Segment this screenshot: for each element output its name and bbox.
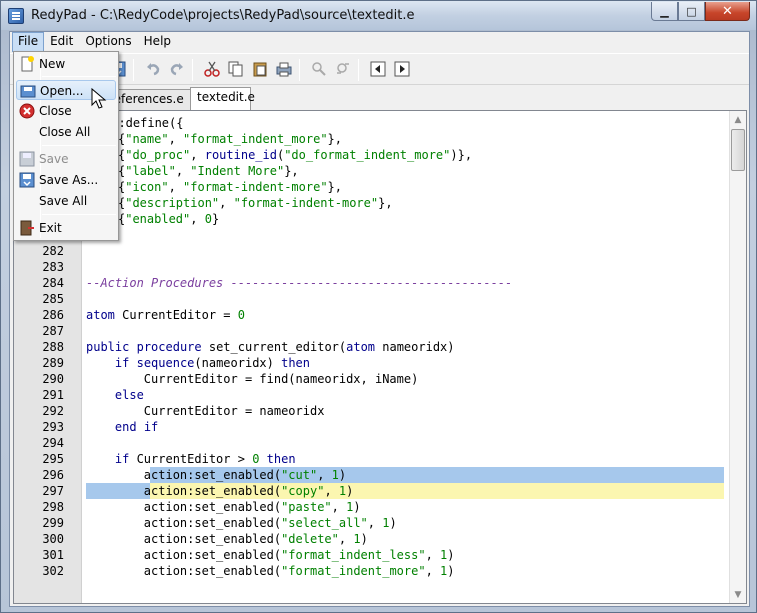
line-number: 283 xyxy=(42,260,64,274)
code-line[interactable]: else xyxy=(86,387,724,403)
code-line[interactable] xyxy=(86,243,724,259)
close-window-button[interactable]: ✕ xyxy=(705,2,750,21)
line-number: 290 xyxy=(42,372,64,386)
line-number: 287 xyxy=(42,324,64,338)
code-line[interactable]: CurrentEditor = nameoridx xyxy=(86,403,724,419)
code-line[interactable]: action:set_enabled("format_indent_more",… xyxy=(86,563,724,579)
line-number: 293 xyxy=(42,420,64,434)
code-line[interactable]: action:set_enabled("paste", 1) xyxy=(86,499,724,515)
line-number: 301 xyxy=(42,548,64,562)
copy-icon[interactable] xyxy=(225,58,247,80)
window-title: RedyPad - C:\RedyCode\projects\RedyPad\s… xyxy=(31,8,415,23)
code-line[interactable]: action:set_enabled("delete", 1) xyxy=(86,531,724,547)
undo-icon[interactable] xyxy=(142,58,164,80)
close-red-icon xyxy=(19,103,35,119)
code-line[interactable]: on:define({ xyxy=(104,115,724,131)
code-line[interactable]: end if xyxy=(86,419,724,435)
line-number: 297 xyxy=(42,484,64,498)
new-file-icon xyxy=(19,56,35,72)
file-menu-dropdown: New Open... Close Close All Save Save As… xyxy=(13,51,119,241)
print-icon[interactable] xyxy=(273,58,295,80)
code-line[interactable]: if sequence(nameoridx) then xyxy=(86,355,724,371)
menu-bar: File Edit Options Help xyxy=(10,32,749,52)
code-line[interactable]: action:set_enabled("cut", 1) xyxy=(86,467,724,483)
code-line[interactable]: {"description", "format-indent-more"}, xyxy=(118,195,724,211)
code-line[interactable]: public procedure set_current_editor(atom… xyxy=(86,339,724,355)
code-line[interactable]: {"label", "Indent More"}, xyxy=(118,163,724,179)
code-line[interactable]: action:set_enabled("copy", 1) xyxy=(86,483,724,499)
code-line[interactable]: CurrentEditor = find(nameoridx, iName) xyxy=(86,371,724,387)
line-number: 296 xyxy=(42,468,64,482)
replace-icon[interactable] xyxy=(332,58,354,80)
toolbar xyxy=(10,53,749,85)
code-line[interactable]: action:set_enabled("format_indent_less",… xyxy=(86,547,724,563)
code-line[interactable]: {"enabled", 0} xyxy=(118,211,724,227)
line-number: 300 xyxy=(42,532,64,546)
code-line[interactable]: {"icon", "format-indent-more"}, xyxy=(118,179,724,195)
code-line[interactable] xyxy=(86,323,724,339)
line-number: 299 xyxy=(42,516,64,530)
code-line[interactable]: atom CurrentEditor = 0 xyxy=(86,307,724,323)
line-number: 288 xyxy=(42,340,64,354)
scroll-thumb[interactable] xyxy=(731,129,745,171)
line-number: 286 xyxy=(42,308,64,322)
menu-item-save-as[interactable]: Save As... xyxy=(16,170,116,190)
exit-door-icon xyxy=(19,220,35,236)
menu-item-save-all[interactable]: Save All xyxy=(16,191,116,211)
line-number: 295 xyxy=(42,452,64,466)
app-window: RedyPad - C:\RedyCode\projects\RedyPad\s… xyxy=(0,0,757,613)
menu-item-close-all[interactable]: Close All xyxy=(16,122,116,142)
prev-tab-icon[interactable] xyxy=(367,58,389,80)
code-line[interactable]: --Action Procedures --------------------… xyxy=(86,275,724,291)
save-disk-icon xyxy=(19,151,35,167)
line-number: 285 xyxy=(42,292,64,306)
line-number: 298 xyxy=(42,500,64,514)
menu-options[interactable]: Options xyxy=(79,32,137,52)
menu-item-save[interactable]: Save xyxy=(16,149,116,169)
save-as-icon xyxy=(19,172,35,188)
code-line[interactable]: action:set_enabled("select_all", 1) xyxy=(86,515,724,531)
line-number: 289 xyxy=(42,356,64,370)
code-line[interactable]: {"name", "format_indent_more"}, xyxy=(118,131,724,147)
line-number: 302 xyxy=(42,564,64,578)
app-icon xyxy=(8,8,24,24)
menu-item-exit[interactable]: Exit xyxy=(16,218,116,238)
code-area[interactable]: on:define({{"name", "format_indent_more"… xyxy=(86,111,724,603)
maximize-button[interactable]: □ xyxy=(678,2,705,21)
vertical-scrollbar[interactable]: ▲ ▼ xyxy=(729,111,746,603)
menu-edit[interactable]: Edit xyxy=(44,32,79,52)
code-editor[interactable]: 2752762772782792802812812822832842852862… xyxy=(13,110,747,604)
line-number: 284 xyxy=(42,276,64,290)
line-number: 294 xyxy=(42,436,64,450)
minimize-button[interactable]: ▁ xyxy=(651,2,678,21)
code-line[interactable]: }) xyxy=(86,227,724,243)
title-bar[interactable]: RedyPad - C:\RedyCode\projects\RedyPad\s… xyxy=(1,1,756,30)
tab-textedit[interactable]: textedit.e xyxy=(190,87,255,110)
line-number: 282 xyxy=(42,244,64,258)
caption-buttons: ▁ □ ✕ xyxy=(651,2,750,21)
code-line[interactable] xyxy=(86,435,724,451)
scroll-down-arrow-icon[interactable]: ▼ xyxy=(730,586,746,603)
find-icon[interactable] xyxy=(308,58,330,80)
paste-icon[interactable] xyxy=(249,58,271,80)
code-line[interactable]: if CurrentEditor > 0 then xyxy=(86,451,724,467)
next-tab-icon[interactable] xyxy=(391,58,413,80)
line-number: 291 xyxy=(42,388,64,402)
open-folder-icon xyxy=(20,83,36,99)
code-line[interactable]: {"do_proc", routine_id("do_format_indent… xyxy=(118,147,724,163)
tab-strip: references.e textedit.e xyxy=(10,86,749,110)
line-number: 292 xyxy=(42,404,64,418)
client-area: File Edit Options Help references.e text… xyxy=(9,31,750,607)
mouse-cursor-icon xyxy=(91,87,107,109)
menu-item-new[interactable]: New xyxy=(16,54,116,74)
menu-file[interactable]: File xyxy=(12,32,45,52)
code-line[interactable] xyxy=(86,291,724,307)
redo-icon[interactable] xyxy=(166,58,188,80)
code-line[interactable] xyxy=(86,259,724,275)
cut-icon[interactable] xyxy=(201,58,223,80)
menu-help[interactable]: Help xyxy=(138,32,177,52)
scroll-up-arrow-icon[interactable]: ▲ xyxy=(730,111,746,128)
